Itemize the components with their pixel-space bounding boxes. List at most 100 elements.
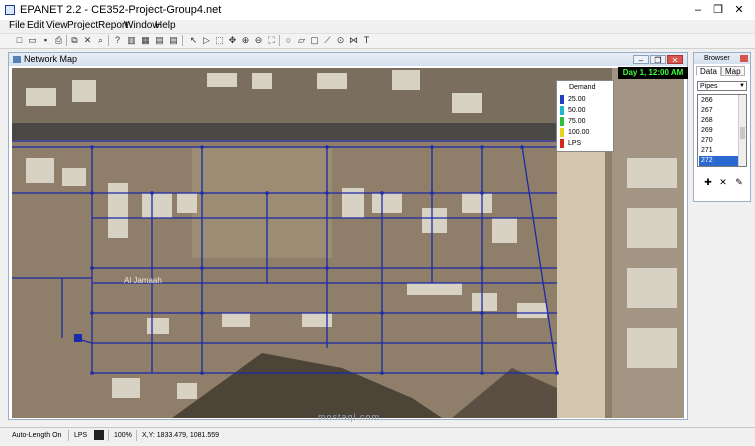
network-map-title: Network Map — [24, 54, 78, 64]
close-button[interactable]: ✕ — [731, 3, 747, 17]
toolbar-separator — [182, 35, 183, 46]
add-pump-icon[interactable]: ⊙ — [335, 35, 346, 46]
select-object-icon[interactable]: ↖ — [188, 35, 199, 46]
legend-label: 25.00 — [568, 96, 586, 103]
map-close-button[interactable]: ✕ — [667, 55, 683, 65]
object-category-select[interactable]: Pipes ▼ — [697, 81, 747, 91]
epanet-app-icon — [5, 5, 15, 15]
legend-swatch — [560, 117, 564, 126]
network-map-titlebar: Network Map – ❐ ✕ — [9, 53, 687, 66]
run-status-icon — [94, 430, 104, 440]
add-label-icon[interactable]: T — [361, 35, 372, 46]
delete-icon[interactable]: ✕ — [82, 35, 93, 46]
browser-close-button[interactable] — [740, 55, 748, 62]
map-minimize-button[interactable]: – — [633, 55, 649, 65]
add-junction-icon[interactable]: ○ — [283, 35, 294, 46]
aerial-vacant-plot — [192, 148, 332, 258]
map-window-icon — [13, 56, 21, 63]
list-item-selected[interactable]: 272 — [699, 156, 739, 166]
toolbar-separator — [279, 35, 280, 46]
legend-entry: LPS — [559, 139, 613, 148]
watermark: mostaql.com — [318, 412, 381, 422]
delete-object-icon[interactable]: ✕ — [718, 177, 728, 187]
maximize-button[interactable]: ❐ — [710, 3, 726, 17]
query-icon[interactable]: ? — [112, 35, 123, 46]
select-vertex-icon[interactable]: ▷ — [201, 35, 212, 46]
edit-object-icon[interactable]: ✎ — [734, 177, 744, 187]
map-coordinates-status: X,Y: 1833.479, 1081.559 — [142, 432, 220, 439]
pan-icon[interactable]: ✥ — [227, 35, 238, 46]
new-file-icon[interactable]: □ — [14, 35, 25, 46]
list-scrollbar[interactable] — [738, 95, 746, 166]
reservoir-icon — [74, 334, 82, 342]
status-bar: Auto-Length On LPS 100% X,Y: 1833.479, 1… — [0, 427, 755, 443]
browser-panel: Browser Data Map Pipes ▼ 266 267 268 269… — [693, 52, 751, 202]
graph-icon[interactable]: ▥ — [126, 35, 137, 46]
demand-legend[interactable]: Demand 25.00 50.00 75.00 100.00 LPS — [556, 80, 614, 152]
legend-swatch — [560, 128, 564, 137]
toolbar-separator — [66, 35, 67, 46]
browser-titlebar: Browser — [694, 53, 750, 64]
object-list[interactable]: 266 267 268 269 270 271 272 — [697, 94, 747, 167]
legend-label: 100.00 — [568, 129, 590, 136]
status-divider — [136, 430, 137, 441]
legend-label: 75.00 — [568, 118, 586, 125]
browser-title: Browser — [704, 55, 730, 62]
add-reservoir-icon[interactable]: ▱ — [296, 35, 307, 46]
title-bar: EPANET 2.2 - CE352-Project-Group4.net – … — [0, 0, 755, 20]
menu-file[interactable]: File — [9, 20, 25, 31]
list-item[interactable]: 270 — [699, 136, 739, 146]
add-valve-icon[interactable]: ⋈ — [348, 35, 359, 46]
flow-units-status: LPS — [74, 432, 88, 439]
list-item[interactable]: 267 — [699, 106, 739, 116]
legend-entry: 100.00 — [559, 128, 613, 137]
map-place-label: Al Jamaah — [124, 276, 162, 285]
scrollbar-thumb[interactable] — [740, 127, 745, 139]
toolbar: □ ▭ ▪ ⎙ ⧉ ✕ ⌕ ? ▥ ▦ ▤ ▤ ↖ ▷ ⬚ ✥ ⊕ ⊖ ⛶ ○ … — [0, 33, 755, 49]
options-icon[interactable]: ▤ — [154, 35, 165, 46]
print-icon[interactable]: ⎙ — [53, 35, 64, 46]
legend-swatch — [560, 95, 564, 104]
list-item[interactable]: 271 — [699, 146, 739, 156]
add-pipe-icon[interactable]: ⟋ — [322, 35, 333, 46]
menu-edit[interactable]: Edit — [27, 20, 44, 31]
table-icon[interactable]: ▦ — [140, 35, 151, 46]
save-icon[interactable]: ▪ — [40, 35, 51, 46]
minimize-button[interactable]: – — [690, 3, 706, 17]
list-item[interactable]: 269 — [699, 126, 739, 136]
tab-data[interactable]: Data — [696, 66, 721, 76]
status-divider — [108, 430, 109, 441]
add-tank-icon[interactable]: ▢ — [309, 35, 320, 46]
auto-length-status[interactable]: Auto-Length On — [12, 431, 61, 440]
legend-entry: 25.00 — [559, 95, 613, 104]
zoom-out-icon[interactable]: ⊖ — [253, 35, 264, 46]
chevron-down-icon: ▼ — [739, 83, 745, 89]
menu-bar: File Edit View Project Report Window Hel… — [0, 20, 755, 32]
menu-view[interactable]: View — [46, 20, 68, 31]
legend-entry: 50.00 — [559, 106, 613, 115]
legend-entry: 75.00 — [559, 117, 613, 126]
zoom-in-icon[interactable]: ⊕ — [240, 35, 251, 46]
zoom-level-status: 100% — [114, 432, 132, 439]
list-item[interactable]: 268 — [699, 116, 739, 126]
status-divider — [68, 430, 69, 441]
add-object-icon[interactable]: ✚ — [703, 177, 713, 187]
menu-help[interactable]: Help — [155, 20, 176, 31]
legend-label: 50.00 — [568, 107, 586, 114]
window-title: EPANET 2.2 - CE352-Project-Group4.net — [20, 4, 222, 16]
map-maximize-button[interactable]: ❐ — [650, 55, 666, 65]
menu-project[interactable]: Project — [67, 20, 98, 31]
list-item[interactable]: 266 — [699, 96, 739, 106]
legend-swatch — [560, 139, 564, 148]
tab-map[interactable]: Map — [721, 66, 745, 76]
full-extent-icon[interactable]: ⛶ — [266, 35, 277, 46]
copy-icon[interactable]: ⧉ — [69, 35, 80, 46]
object-category-value: Pipes — [700, 83, 718, 90]
map-options-icon[interactable]: ▤ — [168, 35, 179, 46]
select-region-icon[interactable]: ⬚ — [214, 35, 225, 46]
legend-label: LPS — [568, 140, 582, 147]
open-icon[interactable]: ▭ — [27, 35, 38, 46]
simulation-time-display: Day 1, 12:00 AM — [618, 67, 688, 79]
find-icon[interactable]: ⌕ — [95, 35, 106, 46]
aerial-highway — [12, 123, 572, 140]
